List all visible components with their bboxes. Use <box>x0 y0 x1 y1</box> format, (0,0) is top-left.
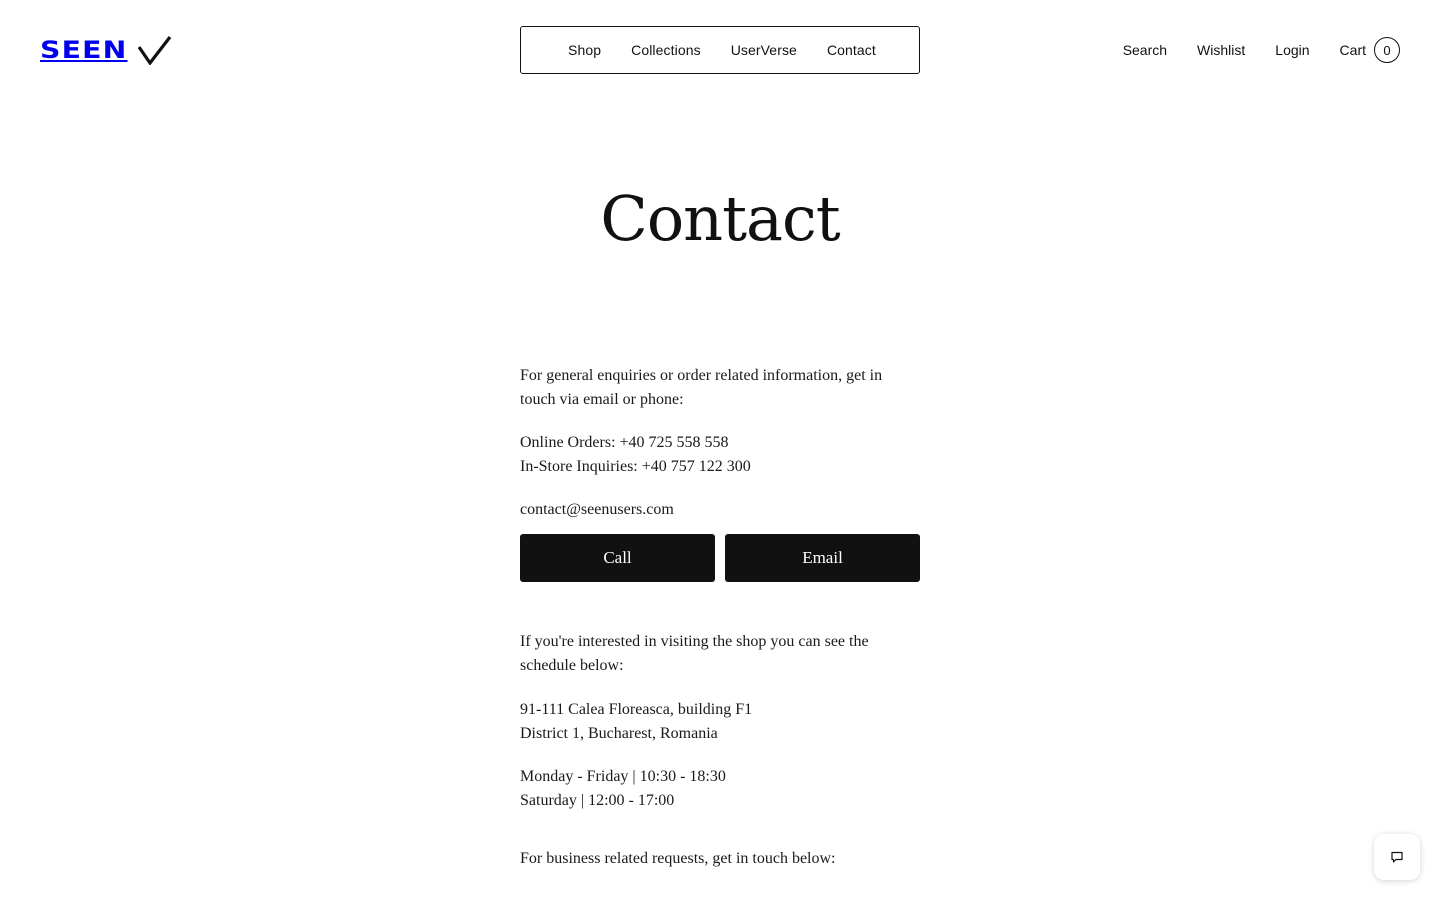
call-button[interactable]: Call <box>520 534 715 582</box>
contact-email: contact@seenusers.com <box>520 501 674 518</box>
business-intro-text: For business related requests, get in to… <box>520 850 836 867</box>
site-header: SEEN Shop Collections UserVerse Contact … <box>0 0 1440 100</box>
hours-weekday: Monday - Friday | 10:30 - 18:30 <box>520 768 726 785</box>
main-nav: Shop Collections UserVerse Contact <box>520 26 920 74</box>
phone-block: Online Orders: +40 725 558 558 In-Store … <box>520 431 920 479</box>
chat-bubble-icon <box>1391 851 1403 863</box>
page-title: Contact <box>600 182 840 255</box>
cart-label: Cart <box>1339 42 1366 58</box>
checkmark-icon <box>138 36 172 65</box>
login-link[interactable]: Login <box>1275 42 1309 58</box>
nav-item-userverse[interactable]: UserVerse <box>731 42 797 58</box>
address-line-1: 91-111 Calea Floreasca, building F1 <box>520 701 753 718</box>
contact-button-row: Call Email <box>520 534 920 582</box>
contact-intro-text: For general enquiries or order related i… <box>520 367 883 408</box>
nav-item-contact[interactable]: Contact <box>827 42 876 58</box>
logo[interactable]: SEEN <box>40 34 172 66</box>
email-button[interactable]: Email <box>725 534 920 582</box>
chat-widget-button[interactable] <box>1374 834 1420 880</box>
logo-text: SEEN <box>40 36 128 64</box>
wishlist-link[interactable]: Wishlist <box>1197 42 1245 58</box>
visit-intro-text: If you're interested in visiting the sho… <box>520 633 869 674</box>
online-orders-phone: Online Orders: +40 725 558 558 <box>520 434 729 451</box>
address-line-2: District 1, Bucharest, Romania <box>520 725 718 742</box>
nav-item-shop[interactable]: Shop <box>568 42 601 58</box>
shop-address: 91-111 Calea Floreasca, building F1 Dist… <box>520 698 920 746</box>
header-actions: Search Wishlist Login Cart 0 <box>1093 37 1400 63</box>
search-link[interactable]: Search <box>1123 42 1167 58</box>
hours-saturday: Saturday | 12:00 - 17:00 <box>520 792 675 809</box>
opening-hours: Monday - Friday | 10:30 - 18:30 Saturday… <box>520 765 920 813</box>
contact-content: For general enquiries or order related i… <box>520 364 920 890</box>
nav-item-collections[interactable]: Collections <box>631 42 701 58</box>
cart-count-badge: 0 <box>1374 37 1400 63</box>
cart-link[interactable]: Cart 0 <box>1340 37 1400 63</box>
instore-inquiries-phone: In-Store Inquiries: +40 757 122 300 <box>520 458 751 475</box>
